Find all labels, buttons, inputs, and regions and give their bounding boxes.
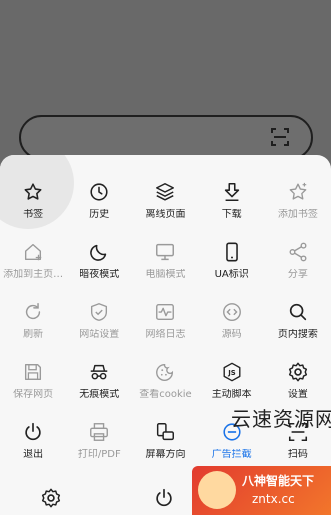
menu-item-pulse[interactable]: 网络日志 [132,301,198,361]
watermark-site-name: 云速资源网 [231,407,331,431]
menu-item-label: 暗夜模式 [79,269,120,280]
pulse-icon [156,303,175,321]
menu-grid: 书签 历史 离线页面 下载 添加书签添加到主页… 暗夜模式 电脑模式 UA标识 分享刷新 网站设置… [0,181,331,481]
gear-icon[interactable] [40,487,62,509]
menu-item-label: 扫码 [287,449,308,460]
menu-item-label: 历史 [89,209,110,220]
monitor-icon [156,243,175,261]
menu-item-label: UA标识 [214,269,249,280]
menu-item-label: 打印/PDF [77,449,121,460]
svg-text:JS: JS [227,369,236,377]
menu-item-label: 书签 [23,209,44,220]
layers-icon [156,183,175,201]
menu-item-printer[interactable]: 打印/PDF [66,421,132,481]
menu-item-label: 网站设置 [79,329,120,340]
menu-item-star-plus[interactable]: 添加书签 [265,181,331,241]
menu-item-label: 添加到主页… [3,269,64,280]
menu-item-label: 分享 [287,269,308,280]
menu-item-label: 设置 [287,389,308,400]
menu-item-label: 查看cookie [139,389,192,400]
menu-item-label: 屏幕方向 [145,449,186,460]
power-icon[interactable] [153,487,175,509]
menu-item-label: 电脑模式 [145,269,186,280]
shield-check-icon [91,303,108,321]
menu-item-refresh[interactable]: 刷新 [0,301,66,361]
menu-item-rotate[interactable]: 屏幕方向 [132,421,198,481]
download-icon [224,182,239,202]
menu-item-label: 退出 [23,449,44,460]
menu-item-share[interactable]: 分享 [265,241,331,301]
watermark-badge-url: zntx.cc [252,492,295,506]
menu-item-label: 页内搜索 [277,329,318,340]
refresh-icon [25,303,41,320]
menu-item-label: 刷新 [23,329,44,340]
menu-item-phone[interactable]: UA标识 [199,241,265,301]
code-icon [222,303,241,321]
address-bar[interactable] [19,115,313,160]
moon-icon [90,244,107,261]
menu-item-moon[interactable]: 暗夜模式 [66,241,132,301]
home-plus-icon [25,243,42,261]
menu-item-label: 离线页面 [145,209,186,220]
menu-item-label: 无痕模式 [79,389,120,400]
menu-item-cookie[interactable]: 查看cookie [132,361,198,421]
menu-item-monitor[interactable]: 电脑模式 [132,241,198,301]
phone-icon [225,242,238,262]
star-icon [24,183,42,200]
menu-item-label: 保存网页 [13,389,54,400]
watermark-badge: 八神智能天下 zntx.cc [192,466,331,515]
clock-icon [90,183,108,201]
search-icon [289,303,307,321]
menu-item-star[interactable]: 书签 [0,181,66,241]
save-icon [25,363,42,381]
menu-item-incognito[interactable]: 无痕模式 [66,361,132,421]
menu-item-search[interactable]: 页内搜索 [265,301,331,361]
menu-item-code[interactable]: 源码 [199,301,265,361]
star-plus-icon [289,182,307,200]
menu-item-label: 下载 [221,209,242,220]
js-icon: JS [223,362,241,382]
power-icon [25,422,41,441]
menu-item-download[interactable]: 下载 [199,181,265,241]
browser-menu-panel: 书签 历史 离线页面 下载 添加书签添加到主页… 暗夜模式 电脑模式 UA标识 分享刷新 网站设置… [0,155,331,515]
menu-item-label: 添加书签 [277,209,318,220]
menu-item-clock[interactable]: 历史 [66,181,132,241]
menu-item-save[interactable]: 保存网页 [0,361,66,421]
printer-icon [90,423,109,441]
menu-item-label: 主动脚本 [211,389,252,400]
gear-icon [288,362,307,382]
watermark-logo [198,471,236,509]
menu-item-home-plus[interactable]: 添加到主页… [0,241,66,301]
menu-item-label: 源码 [221,329,242,340]
menu-item-label: 广告拦截 [211,449,252,460]
watermark-badge-title: 八神智能天下 [242,474,315,488]
scan-icon[interactable] [270,127,290,147]
menu-item-layers[interactable]: 离线页面 [132,181,198,241]
rotate-icon [157,423,175,441]
share-icon [289,242,307,262]
menu-item-shield-check[interactable]: 网站设置 [66,301,132,361]
menu-item-power[interactable]: 退出 [0,421,66,481]
cookie-icon [156,363,174,381]
menu-item-label: 网络日志 [145,329,186,340]
incognito-icon [91,364,108,380]
